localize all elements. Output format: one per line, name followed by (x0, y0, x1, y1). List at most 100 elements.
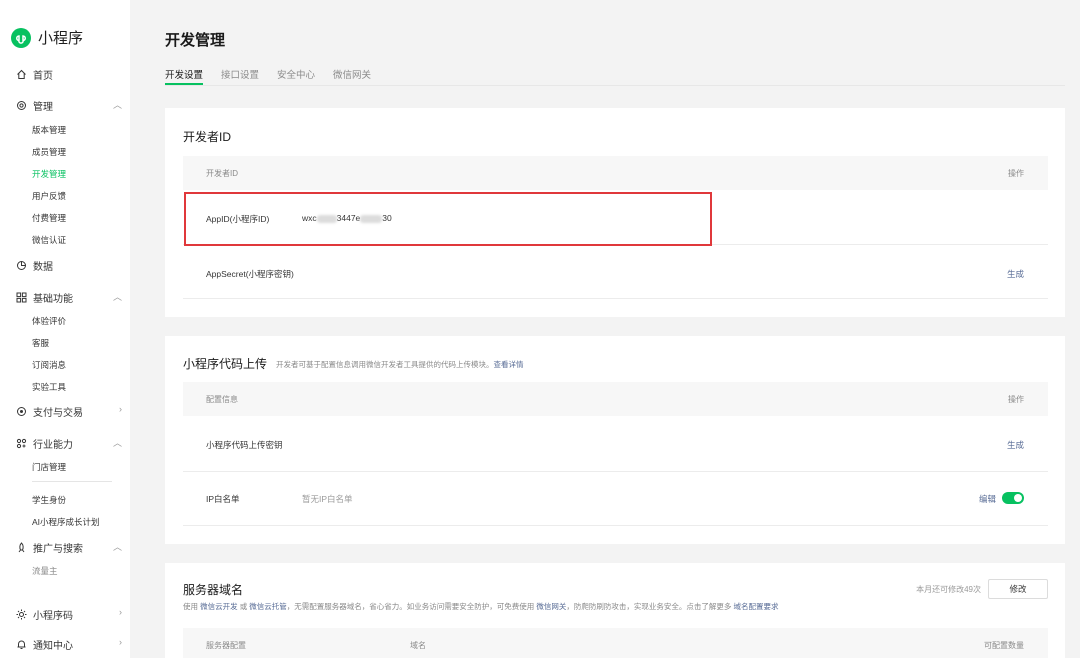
sun-code-icon (16, 609, 27, 620)
sidebar: 小程序 首页 管理 ︿ 版本管理 成员管理 开发管理 用户反馈 付费管理 微信认… (0, 0, 130, 658)
card-title: 开发者ID (183, 130, 232, 144)
modify-button[interactable]: 修改 (988, 579, 1048, 599)
sidebar-item-members[interactable]: 成员管理 (32, 146, 66, 158)
sidebar-item-payment[interactable]: 付费管理 (32, 212, 66, 224)
sidebar-item-label: 支付与交易 (33, 408, 83, 419)
sidebar-item-dev-manage[interactable]: 开发管理 (32, 168, 66, 180)
sidebar-item-label: 首页 (33, 71, 53, 82)
code-upload-card: 小程序代码上传 开发者可基于配置信息调用微信开发者工具提供的代码上传模块。查看详… (165, 336, 1065, 544)
sidebar-item-home[interactable]: 首页 (16, 67, 116, 82)
table-row: IP白名单 暂无IP白名单 编辑 (183, 472, 1048, 526)
sidebar-item-basic[interactable]: 基础功能 ︿ (16, 290, 122, 305)
chevron-right-icon[interactable]: › (119, 607, 122, 617)
card-title: 服务器域名 (183, 583, 244, 597)
chevron-right-icon[interactable]: › (119, 404, 122, 414)
ip-whitelist-label: IP白名单 (206, 494, 240, 504)
sidebar-item-label: 管理 (33, 102, 53, 113)
description-text: ，无需配置服务器域名，省心省力。如业务访问需要安全防护，可免费使用 (286, 602, 535, 611)
sidebar-divider (32, 481, 112, 482)
edit-ip-link[interactable]: 编辑 (979, 493, 996, 505)
sidebar-item-promote[interactable]: 推广与搜索 ︿ (16, 540, 122, 555)
description-text: 开发者可基于配置信息调用微信开发者工具提供的代码上传模块。 (276, 360, 494, 369)
remaining-modifications: 本月还可修改49次 (916, 585, 981, 594)
sidebar-item-experience[interactable]: 体验评价 (32, 315, 66, 327)
tab-bar: 开发设置 接口设置 安全中心 微信网关 (165, 64, 1065, 86)
upload-key-label: 小程序代码上传密钥 (206, 440, 283, 450)
view-details-link[interactable]: 查看详情 (494, 360, 524, 369)
appsecret-label: AppSecret(小程序密钥) (206, 269, 294, 279)
sidebar-item-qrcode[interactable]: 小程序码 › (16, 607, 122, 622)
tab-dev-settings[interactable]: 开发设置 (165, 67, 203, 81)
sidebar-item-manage[interactable]: 管理 ︿ (16, 98, 122, 113)
server-domain-card: 服务器域名 使用 微信云开发 或 微信云托管，无需配置服务器域名，省心省力。如业… (165, 563, 1065, 658)
table-row: AppSecret(小程序密钥) 生成 (183, 245, 1048, 299)
table-header: 配置信息 操作 (183, 382, 1048, 416)
brand[interactable]: 小程序 (11, 27, 83, 48)
sidebar-item-wechat-verify[interactable]: 微信认证 (32, 234, 66, 246)
cloud-dev-link[interactable]: 微信云开发 (200, 602, 238, 611)
tab-security-center[interactable]: 安全中心 (277, 67, 315, 81)
generate-secret-link[interactable]: 生成 (1007, 268, 1024, 280)
description-text: 或 (239, 602, 248, 611)
sidebar-item-data[interactable]: 数据 (16, 258, 116, 273)
chevron-right-icon[interactable]: › (119, 637, 122, 647)
col-header-domain: 域名 (410, 641, 426, 650)
description-text: ，防爬防刷防攻击，实现业务安全。点击了解更多 (566, 602, 732, 611)
sidebar-item-label: 基础功能 (33, 294, 73, 305)
sidebar-item-lab[interactable]: 实验工具 (32, 381, 66, 393)
wechat-gateway-link[interactable]: 微信网关 (536, 602, 566, 611)
card-description: 使用 微信云开发 或 微信云托管，无需配置服务器域名，省心省力。如业务访问需要安… (183, 601, 778, 612)
tab-api-settings[interactable]: 接口设置 (221, 67, 259, 81)
chevron-up-icon[interactable]: ︿ (113, 98, 122, 111)
col-header-action: 操作 (1008, 169, 1024, 178)
sidebar-item-service[interactable]: 客服 (32, 337, 49, 349)
table-header: 服务器配置 域名 可配置数量 (183, 628, 1048, 658)
sidebar-item-student[interactable]: 学生身份 (32, 494, 66, 506)
miniprogram-logo-icon (11, 27, 31, 48)
card-description: 开发者可基于配置信息调用微信开发者工具提供的代码上传模块。查看详情 (276, 359, 524, 370)
brand-name: 小程序 (38, 30, 84, 47)
sidebar-item-label: 通知中心 (33, 641, 73, 652)
sidebar-item-label: 数据 (33, 262, 53, 273)
sidebar-item-subscribe[interactable]: 订阅消息 (32, 359, 66, 371)
ip-whitelist-value: 暂无IP白名单 (302, 494, 353, 504)
sidebar-item-notice[interactable]: 通知中心 › (16, 637, 122, 652)
tab-wechat-gateway[interactable]: 微信网关 (333, 67, 371, 81)
pay-icon (16, 406, 27, 417)
description-text: 使用 (183, 602, 198, 611)
sidebar-item-industry[interactable]: 行业能力 ︿ (16, 436, 122, 451)
sidebar-item-pay[interactable]: 支付与交易 › (16, 404, 122, 419)
industry-icon (16, 438, 27, 449)
page-title: 开发管理 (165, 32, 226, 49)
ip-whitelist-toggle[interactable] (1002, 492, 1024, 504)
table-row: 小程序代码上传密钥 生成 (183, 417, 1048, 472)
col-header-config: 配置信息 (206, 395, 238, 404)
col-header-name: 开发者ID (206, 169, 238, 178)
chevron-up-icon[interactable]: ︿ (113, 290, 122, 303)
card-title: 小程序代码上传 (183, 357, 268, 371)
sidebar-item-version[interactable]: 版本管理 (32, 124, 66, 136)
home-icon (16, 69, 27, 80)
rocket-icon (16, 542, 27, 553)
col-header-server-config: 服务器配置 (206, 641, 246, 650)
domain-requirements-link[interactable]: 域名配置要求 (733, 602, 778, 611)
gear-icon (16, 100, 27, 111)
sidebar-item-traffic[interactable]: 流量主 (32, 565, 58, 577)
cloud-hosting-link[interactable]: 微信云托管 (249, 602, 287, 611)
chevron-up-icon[interactable]: ︿ (113, 540, 122, 553)
sidebar-item-feedback[interactable]: 用户反馈 (32, 190, 66, 202)
sidebar-item-label: 小程序码 (33, 611, 73, 622)
sidebar-item-ai-growth[interactable]: AI小程序成长计划 (32, 516, 100, 528)
sidebar-item-label: 行业能力 (33, 440, 73, 451)
chevron-up-icon[interactable]: ︿ (113, 436, 122, 449)
col-header-count: 可配置数量 (984, 641, 1024, 650)
sidebar-item-store[interactable]: 门店管理 (32, 461, 66, 473)
grid-icon (16, 292, 27, 303)
bell-icon (16, 639, 27, 650)
sidebar-item-label: 推广与搜索 (33, 544, 83, 555)
col-header-action: 操作 (1008, 395, 1024, 404)
pie-chart-icon (16, 260, 27, 271)
appid-highlight-box (184, 192, 712, 246)
active-tab-indicator (165, 83, 203, 85)
generate-upload-key-link[interactable]: 生成 (1007, 439, 1024, 451)
